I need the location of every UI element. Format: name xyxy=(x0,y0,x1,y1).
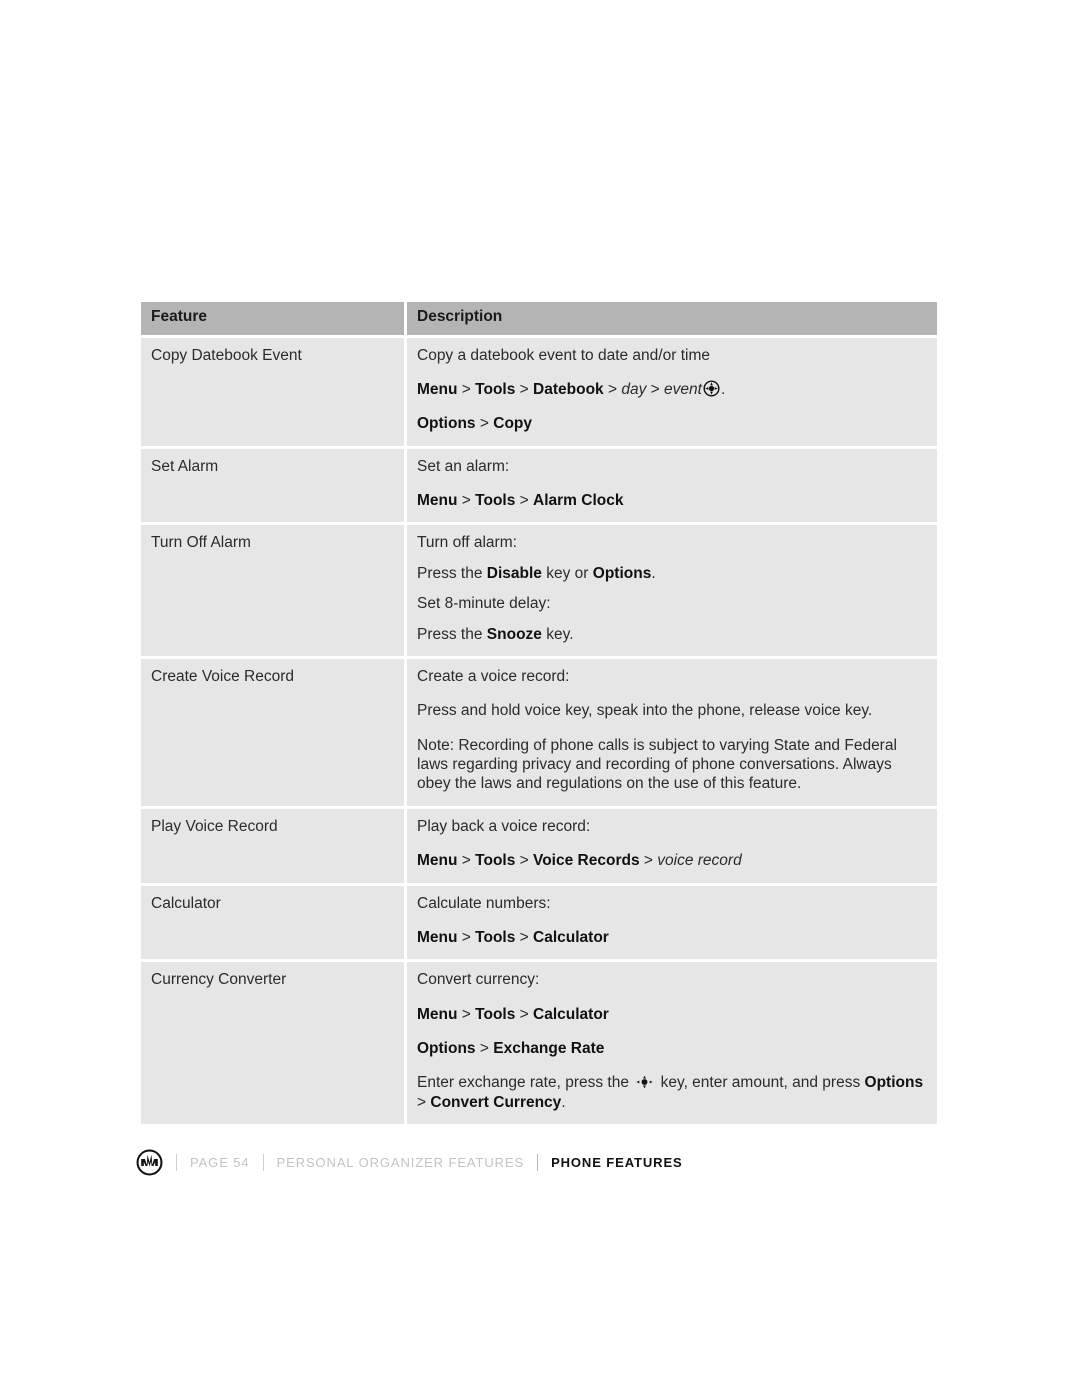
description-line: Set an alarm: xyxy=(417,457,510,475)
table-row: Create Voice Record Create a voice recor… xyxy=(141,658,937,809)
table-row: Copy Datebook Event Copy a datebook even… xyxy=(141,337,937,449)
instruction-line: Press the Disable key or Options. xyxy=(417,564,656,582)
feature-name: Create Voice Record xyxy=(141,658,407,809)
menu-path-line: Menu > Tools > Calculator xyxy=(417,1005,609,1023)
feature-description: Copy a datebook event to date and/or tim… xyxy=(407,337,937,449)
table-header-row: Feature Description xyxy=(141,302,937,338)
feature-name: Calculator xyxy=(141,885,407,963)
menu-path-line: Menu > Tools > Alarm Clock xyxy=(417,492,624,510)
menu-path-line: Menu > Tools > Voice Records > voice rec… xyxy=(417,852,742,870)
menu-path-line: Options > Copy xyxy=(417,415,532,433)
feature-name: Set Alarm xyxy=(141,448,407,526)
feature-description: Calculate numbers: Menu > Tools > Calcul… xyxy=(407,885,937,963)
table-row: Play Voice Record Play back a voice reco… xyxy=(141,808,937,886)
motorola-batwing-logo-icon xyxy=(136,1149,163,1176)
table-row: Set Alarm Set an alarm: Menu > Tools > A… xyxy=(141,448,937,526)
column-header-description: Description xyxy=(407,302,937,338)
feature-description: Set an alarm: Menu > Tools > Alarm Clock xyxy=(407,448,937,526)
instruction-line: Press the Snooze key. xyxy=(417,625,574,643)
description-line: Set 8-minute delay: xyxy=(417,595,551,613)
footer-section-name: PERSONAL ORGANIZER FEATURES xyxy=(276,1154,525,1170)
nav-select-key-icon xyxy=(703,380,720,397)
footer-divider xyxy=(537,1153,539,1171)
feature-name: Copy Datebook Event xyxy=(141,337,407,449)
footer-page-number: PAGE 54 xyxy=(190,1154,250,1170)
page-footer: PAGE 54 PERSONAL ORGANIZER FEATURES PHON… xyxy=(136,1148,683,1176)
description-line: Calculate numbers: xyxy=(417,894,551,912)
nav-direction-key-icon xyxy=(635,1075,654,1089)
menu-path-line: Menu > Tools > Calculator xyxy=(417,928,609,946)
feature-name: Currency Converter xyxy=(141,962,407,1125)
table-row: Currency Converter Convert currency: Men… xyxy=(141,962,937,1125)
instruction-line: Enter exchange rate, press the key, ente… xyxy=(417,1074,924,1111)
features-table: Feature Description Copy Datebook Event … xyxy=(141,302,937,1125)
footer-current-section: PHONE FEATURES xyxy=(551,1154,683,1170)
table-row: Turn Off Alarm Turn off alarm: Press the… xyxy=(141,525,937,659)
menu-path-line: Options > Exchange Rate xyxy=(417,1040,605,1058)
column-header-feature: Feature xyxy=(141,302,407,338)
description-line: Create a voice record: xyxy=(417,667,570,685)
note-line: Note: Recording of phone calls is subjec… xyxy=(417,736,897,793)
footer-divider xyxy=(176,1153,177,1171)
footer-divider xyxy=(262,1153,264,1171)
feature-description: Play back a voice record: Menu > Tools >… xyxy=(407,808,937,886)
description-line: Copy a datebook event to date and/or tim… xyxy=(417,346,710,364)
feature-description: Create a voice record: Press and hold vo… xyxy=(407,658,937,809)
feature-description: Convert currency: Menu > Tools > Calcula… xyxy=(407,962,937,1125)
table-row: Calculator Calculate numbers: Menu > Too… xyxy=(141,885,937,963)
description-line: Play back a voice record: xyxy=(417,817,591,835)
menu-path-line: Menu > Tools > Datebook > day > event. xyxy=(417,380,726,398)
instruction-line: Press and hold voice key, speak into the… xyxy=(417,702,873,720)
description-line: Convert currency: xyxy=(417,971,540,989)
feature-name: Play Voice Record xyxy=(141,808,407,886)
feature-name: Turn Off Alarm xyxy=(141,525,407,659)
description-line: Turn off alarm: xyxy=(417,534,517,552)
feature-description: Turn off alarm: Press the Disable key or… xyxy=(407,525,937,659)
